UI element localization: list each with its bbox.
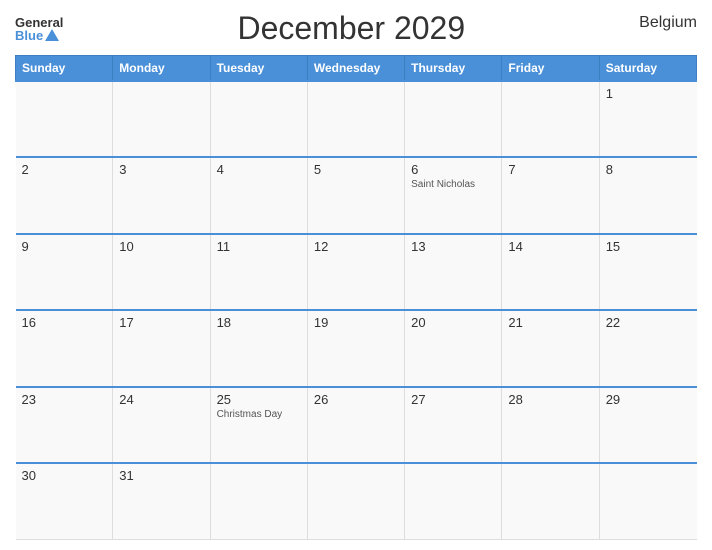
weekday-header-friday: Friday	[502, 56, 599, 82]
day-number: 25	[217, 392, 301, 407]
day-number: 21	[508, 315, 592, 330]
calendar-cell: 19	[307, 310, 404, 386]
calendar-week-row: 1	[16, 81, 697, 157]
day-number: 13	[411, 239, 495, 254]
logo: General Blue	[15, 16, 63, 42]
weekday-header-saturday: Saturday	[599, 56, 696, 82]
calendar-cell	[599, 463, 696, 539]
day-number: 26	[314, 392, 398, 407]
calendar-cell	[16, 81, 113, 157]
day-number: 19	[314, 315, 398, 330]
weekday-header-sunday: Sunday	[16, 56, 113, 82]
calendar-cell: 25 Christmas Day	[210, 387, 307, 463]
calendar-cell: 23	[16, 387, 113, 463]
calendar-cell	[210, 81, 307, 157]
calendar-cell: 29	[599, 387, 696, 463]
calendar-week-row: 9 10 11 12 13 14 15	[16, 234, 697, 310]
day-number: 16	[22, 315, 107, 330]
day-number: 22	[606, 315, 691, 330]
calendar-cell: 4	[210, 157, 307, 233]
day-number: 18	[217, 315, 301, 330]
calendar-cell	[405, 81, 502, 157]
day-number: 7	[508, 162, 592, 177]
day-number: 28	[508, 392, 592, 407]
calendar-cell: 6 Saint Nicholas	[405, 157, 502, 233]
calendar-cell: 26	[307, 387, 404, 463]
weekday-header-monday: Monday	[113, 56, 210, 82]
calendar-cell: 11	[210, 234, 307, 310]
calendar-cell: 13	[405, 234, 502, 310]
calendar-cell: 17	[113, 310, 210, 386]
calendar-cell: 27	[405, 387, 502, 463]
calendar-cell: 3	[113, 157, 210, 233]
logo-general-text: General	[15, 16, 63, 29]
calendar-cell: 2	[16, 157, 113, 233]
event-label: Christmas Day	[217, 409, 301, 420]
logo-blue-text: Blue	[15, 29, 63, 42]
calendar-cell: 16	[16, 310, 113, 386]
event-label: Saint Nicholas	[411, 179, 495, 190]
calendar-cell: 18	[210, 310, 307, 386]
day-number: 31	[119, 468, 203, 483]
calendar-cell: 30	[16, 463, 113, 539]
calendar-week-row: 30 31	[16, 463, 697, 539]
weekday-header-tuesday: Tuesday	[210, 56, 307, 82]
day-number: 9	[22, 239, 107, 254]
weekday-header-row: SundayMondayTuesdayWednesdayThursdayFrid…	[16, 56, 697, 82]
calendar-cell: 8	[599, 157, 696, 233]
calendar-cell	[405, 463, 502, 539]
calendar-week-row: 23456 Saint Nicholas 78	[16, 157, 697, 233]
day-number: 6	[411, 162, 495, 177]
day-number: 1	[606, 86, 691, 101]
calendar-cell: 15	[599, 234, 696, 310]
calendar-cell: 9	[16, 234, 113, 310]
calendar-cell: 20	[405, 310, 502, 386]
calendar-cell: 10	[113, 234, 210, 310]
day-number: 8	[606, 162, 691, 177]
calendar-cell: 31	[113, 463, 210, 539]
day-number: 12	[314, 239, 398, 254]
day-number: 15	[606, 239, 691, 254]
day-number: 3	[119, 162, 203, 177]
calendar-week-row: 16 17 18 19 20 21 22	[16, 310, 697, 386]
calendar-cell: 7	[502, 157, 599, 233]
day-number: 24	[119, 392, 203, 407]
calendar-cell: 22	[599, 310, 696, 386]
country-label: Belgium	[639, 14, 697, 32]
calendar-cell: 12	[307, 234, 404, 310]
calendar-cell	[502, 463, 599, 539]
calendar-table: SundayMondayTuesdayWednesdayThursdayFrid…	[15, 55, 697, 540]
day-number: 2	[22, 162, 107, 177]
day-number: 14	[508, 239, 592, 254]
day-number: 11	[217, 239, 301, 254]
day-number: 17	[119, 315, 203, 330]
weekday-header-thursday: Thursday	[405, 56, 502, 82]
calendar-header: General Blue December 2029 Belgium	[15, 10, 697, 47]
day-number: 10	[119, 239, 203, 254]
day-number: 20	[411, 315, 495, 330]
calendar-cell	[307, 81, 404, 157]
calendar-cell	[113, 81, 210, 157]
day-number: 27	[411, 392, 495, 407]
calendar-cell: 28	[502, 387, 599, 463]
calendar-cell	[502, 81, 599, 157]
calendar-cell: 21	[502, 310, 599, 386]
logo-triangle-icon	[45, 29, 59, 41]
calendar-cell	[210, 463, 307, 539]
calendar-cell: 24	[113, 387, 210, 463]
weekday-header-wednesday: Wednesday	[307, 56, 404, 82]
calendar-cell	[307, 463, 404, 539]
calendar-cell: 5	[307, 157, 404, 233]
day-number: 23	[22, 392, 107, 407]
calendar-cell: 1	[599, 81, 696, 157]
calendar-cell: 14	[502, 234, 599, 310]
day-number: 29	[606, 392, 691, 407]
calendar-page: General Blue December 2029 Belgium Sunda…	[0, 0, 712, 550]
day-number: 30	[22, 468, 107, 483]
day-number: 5	[314, 162, 398, 177]
day-number: 4	[217, 162, 301, 177]
calendar-week-row: 23 24 25 Christmas Day 26 27 28 29	[16, 387, 697, 463]
calendar-title: December 2029	[237, 10, 465, 47]
